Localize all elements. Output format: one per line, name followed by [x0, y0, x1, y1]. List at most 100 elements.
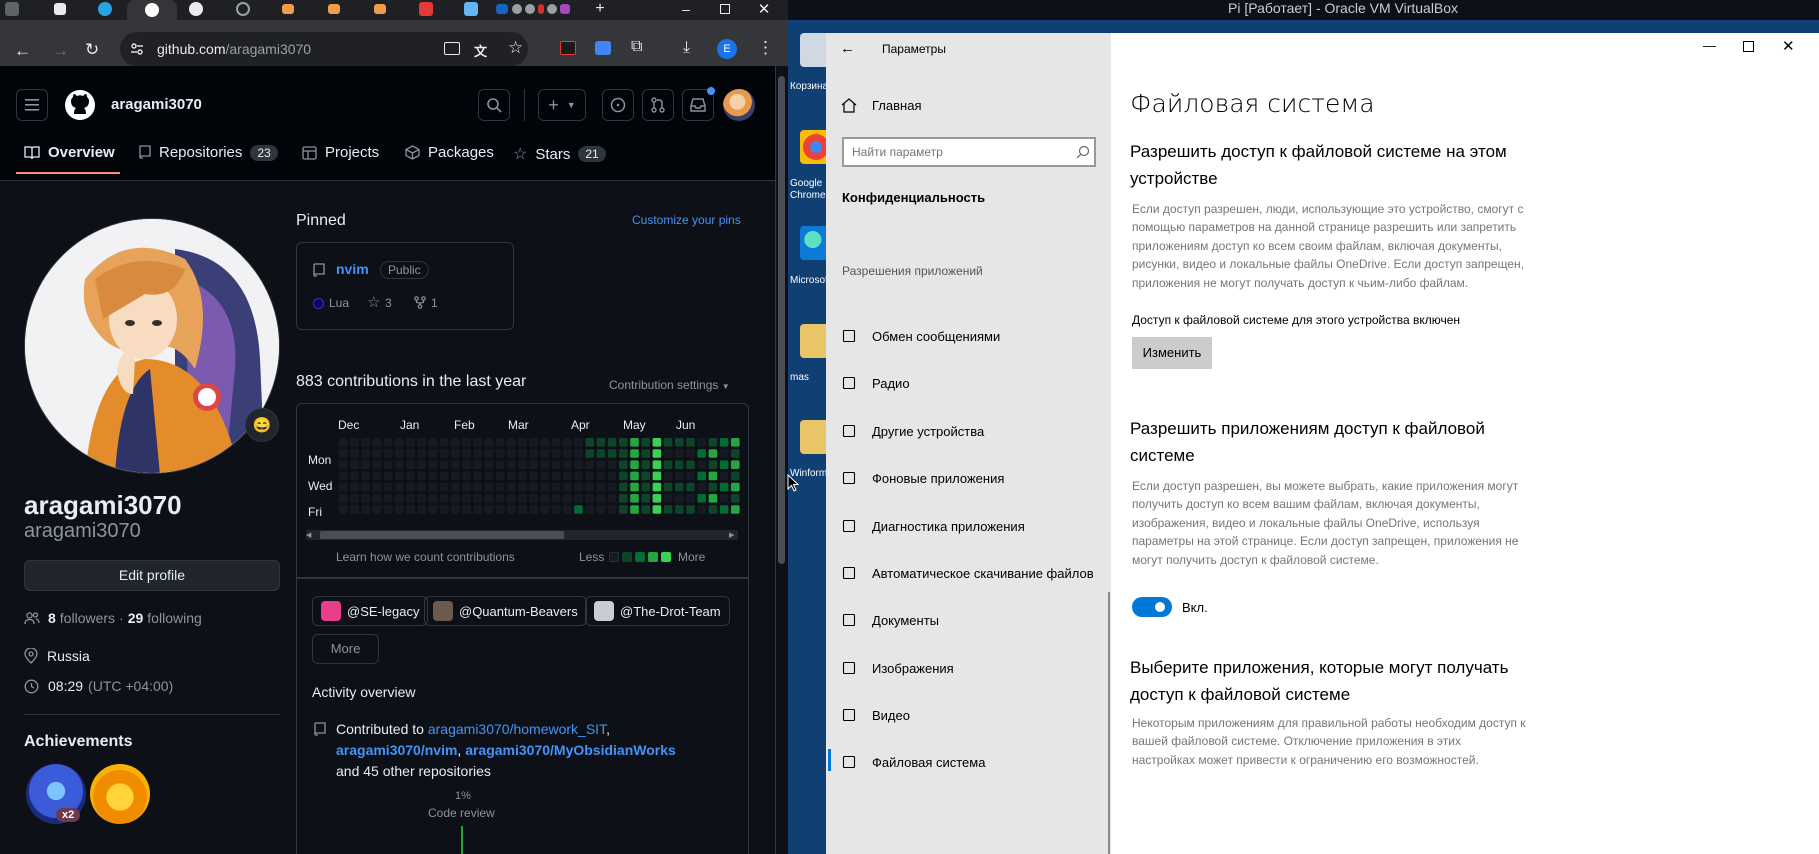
contribution-day-cell[interactable]: [383, 494, 393, 503]
contribution-day-cell[interactable]: [719, 482, 729, 492]
contribution-day-cell[interactable]: [596, 494, 606, 503]
contribution-day-cell[interactable]: [708, 460, 718, 469]
contribution-day-cell[interactable]: [439, 460, 449, 469]
contribution-day-cell[interactable]: [585, 449, 594, 458]
user-avatar-button[interactable]: [723, 89, 755, 121]
contribution-day-cell[interactable]: [708, 505, 718, 514]
profile-avatar[interactable]: E: [717, 39, 737, 59]
contribution-day-cell[interactable]: [708, 482, 718, 492]
contribution-day-cell[interactable]: [428, 494, 438, 503]
contribution-day-cell[interactable]: [451, 460, 460, 469]
contribution-day-cell[interactable]: [451, 438, 460, 447]
app-access-toggle[interactable]: [1132, 597, 1172, 617]
contribution-day-cell[interactable]: [686, 471, 695, 481]
contribution-day-cell[interactable]: [540, 460, 550, 469]
contribution-day-cell[interactable]: [428, 438, 438, 447]
translate-icon[interactable]: 文: [474, 41, 487, 60]
scroll-right-arrow[interactable]: ▶: [729, 531, 734, 539]
maximize-button[interactable]: [715, 0, 735, 18]
contribution-day-cell[interactable]: [675, 471, 684, 481]
contribution-day-cell[interactable]: [574, 438, 583, 447]
contribution-day-cell[interactable]: [585, 438, 594, 447]
contribution-day-cell[interactable]: [395, 449, 404, 458]
contribution-day-cell[interactable]: [585, 494, 594, 503]
nav-item-devices[interactable]: Другие устройства: [840, 421, 984, 441]
contribution-day-cell[interactable]: [518, 449, 527, 458]
activity-repo-obsidian[interactable]: aragami3070/MyObsidianWorks: [465, 742, 676, 758]
contribution-day-cell[interactable]: [630, 449, 639, 458]
contribution-day-cell[interactable]: [350, 494, 359, 503]
achievement-yolo-badge[interactable]: [90, 764, 150, 824]
contribution-day-cell[interactable]: [339, 471, 348, 481]
contribution-day-cell[interactable]: [372, 449, 382, 458]
desktop-icon-label[interactable]: Microsoft: [790, 275, 831, 286]
download-icon[interactable]: ⤓: [683, 39, 690, 57]
contribution-day-cell[interactable]: [630, 438, 639, 447]
contribution-day-cell[interactable]: [551, 505, 561, 514]
graph-scrollbar-thumb[interactable]: [320, 531, 564, 539]
contribution-day-cell[interactable]: [473, 505, 482, 514]
contribution-day-cell[interactable]: [518, 494, 527, 503]
contribution-day-cell[interactable]: [697, 438, 706, 447]
contribution-day-cell[interactable]: [719, 471, 729, 481]
url-text[interactable]: github.com/aragami3070: [157, 41, 311, 57]
contribution-day-cell[interactable]: [551, 460, 561, 469]
contribution-day-cell[interactable]: [607, 449, 617, 458]
tab-7[interactable]: [416, 0, 436, 18]
contribution-settings-button[interactable]: Contribution settings ▼: [609, 378, 730, 392]
contribution-day-cell[interactable]: [428, 471, 438, 481]
contribution-day-cell[interactable]: [361, 482, 370, 492]
search-button[interactable]: [478, 89, 510, 121]
contribution-day-cell[interactable]: [406, 505, 415, 514]
contribution-day-cell[interactable]: [451, 494, 460, 503]
contribution-day-cell[interactable]: [563, 494, 572, 503]
contribution-day-cell[interactable]: [372, 494, 382, 503]
contribution-day-cell[interactable]: [395, 471, 404, 481]
contribution-day-cell[interactable]: [495, 460, 505, 469]
contribution-day-cell[interactable]: [372, 438, 382, 447]
pull-requests-button[interactable]: [642, 89, 674, 121]
org-filter-the-drot-team[interactable]: @The-Drot-Team: [585, 596, 730, 626]
contribution-day-cell[interactable]: [563, 460, 572, 469]
contribution-day-cell[interactable]: [585, 460, 594, 469]
contribution-day-cell[interactable]: [495, 482, 505, 492]
contribution-day-cell[interactable]: [451, 505, 460, 514]
contribution-day-cell[interactable]: [495, 449, 505, 458]
extensions-puzzle-icon[interactable]: ⧉: [631, 38, 642, 56]
close-button[interactable]: ✕: [754, 0, 774, 18]
nav-item-file[interactable]: Файловая система: [840, 752, 985, 772]
customize-pins-link[interactable]: Customize your pins: [632, 213, 741, 227]
contribution-day-cell[interactable]: [350, 449, 359, 458]
contribution-day-cell[interactable]: [607, 505, 617, 514]
contribution-day-cell[interactable]: [529, 494, 538, 503]
contribution-day-cell[interactable]: [619, 449, 628, 458]
contribution-day-cell[interactable]: [395, 505, 404, 514]
contribution-day-cell[interactable]: [641, 494, 650, 503]
contribution-day-cell[interactable]: [585, 482, 594, 492]
contribution-day-cell[interactable]: [563, 482, 572, 492]
contribution-day-cell[interactable]: [675, 460, 684, 469]
contribution-day-cell[interactable]: [652, 460, 662, 469]
status-emoji-button[interactable]: 😄: [245, 408, 279, 442]
contribution-day-cell[interactable]: [361, 494, 370, 503]
contribution-day-cell[interactable]: [495, 494, 505, 503]
org-filter-se-legacy[interactable]: @SE-legacy: [312, 596, 429, 626]
contribution-day-cell[interactable]: [462, 460, 471, 469]
contribution-day-cell[interactable]: [383, 505, 393, 514]
install-app-icon[interactable]: [444, 42, 460, 55]
contribution-day-cell[interactable]: [462, 505, 471, 514]
profile-avatar-large[interactable]: [24, 218, 280, 474]
contribution-day-cell[interactable]: [339, 449, 348, 458]
contribution-day-cell[interactable]: [529, 449, 538, 458]
contribution-day-cell[interactable]: [708, 438, 718, 447]
contribution-day-cell[interactable]: [350, 438, 359, 447]
contribution-day-cell[interactable]: [484, 471, 494, 481]
contribution-day-cell[interactable]: [417, 494, 426, 503]
contribution-day-cell[interactable]: [406, 471, 415, 481]
contribution-day-cell[interactable]: [697, 449, 706, 458]
contribution-day-cell[interactable]: [697, 482, 706, 492]
activity-repo-nvim[interactable]: aragami3070/nvim: [336, 742, 457, 758]
contribution-day-cell[interactable]: [406, 438, 415, 447]
contribution-day-cell[interactable]: [663, 505, 673, 514]
contribution-day-cell[interactable]: [518, 471, 527, 481]
